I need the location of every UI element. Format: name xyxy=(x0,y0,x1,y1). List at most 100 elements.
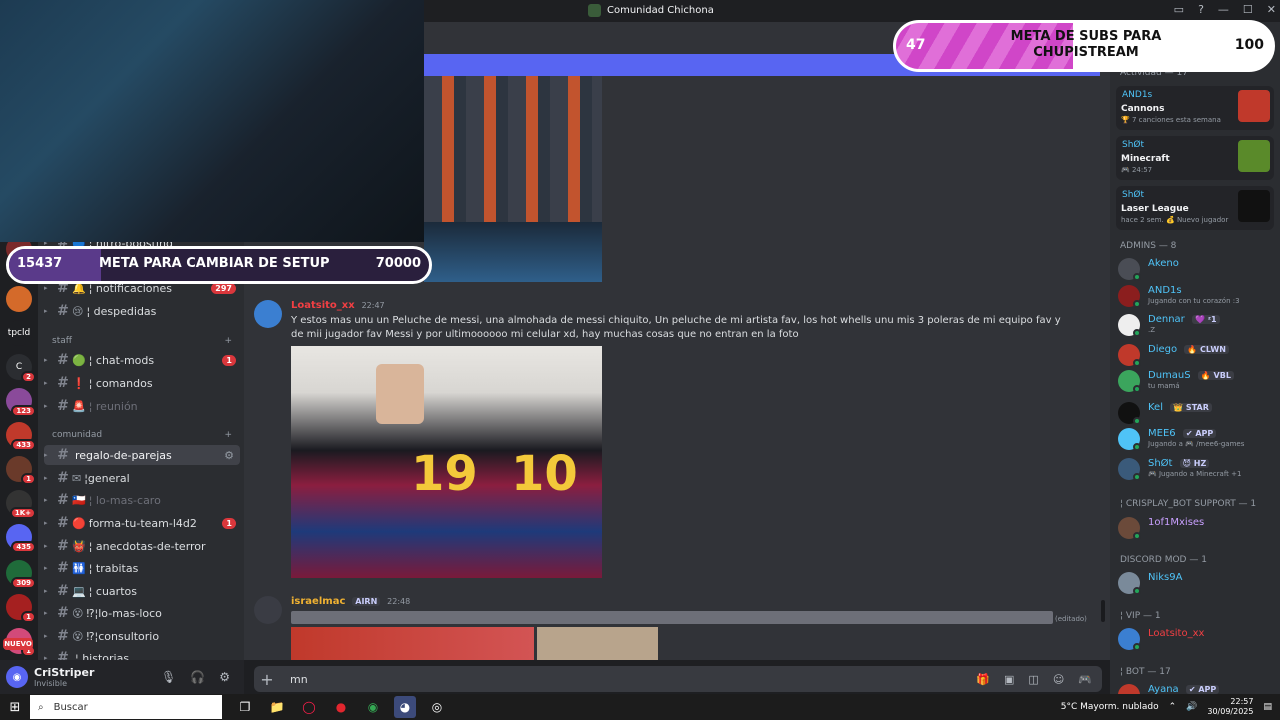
chat-scrollbar[interactable] xyxy=(1101,600,1105,622)
server-icon[interactable]: 433 xyxy=(6,422,36,451)
tray-chevron-icon[interactable]: ⌃ xyxy=(1169,702,1177,712)
message-time: 22:47 xyxy=(361,301,385,310)
category-staff[interactable]: staff + xyxy=(52,336,232,346)
avatar[interactable] xyxy=(254,596,282,624)
channel-item[interactable]: ▸ # 😵 ⁉¦lo-mas-loco xyxy=(44,603,240,623)
emoji-icon[interactable]: ☺ xyxy=(1053,673,1064,686)
inbox-icon[interactable]: ▭ xyxy=(1174,3,1184,16)
hash-icon: # xyxy=(57,398,69,414)
obs-icon[interactable]: ◎ xyxy=(426,696,448,718)
activity-card[interactable]: AND1s Cannons 🏆 7 canciones esta semana xyxy=(1116,86,1274,130)
channel-item[interactable]: ▸ # 💻 ¦ cuartos xyxy=(44,581,240,601)
task-view-icon[interactable]: ❐ xyxy=(234,696,256,718)
channel-item[interactable]: ▸ # 🇨🇱 ¦ lo-mas-caro xyxy=(44,490,240,510)
volume-icon[interactable]: 🔊 xyxy=(1186,702,1197,712)
discord-icon[interactable]: ◕ xyxy=(394,696,416,718)
server-icon[interactable]: 1 xyxy=(6,594,36,623)
server-icon[interactable]: 1K+ xyxy=(6,490,36,519)
notifications-icon[interactable]: ▤ xyxy=(1263,702,1272,712)
help-icon[interactable]: ? xyxy=(1198,3,1204,16)
member-item[interactable]: DumauS 🔥 VBL tu mamá xyxy=(1118,370,1274,394)
mention-badge: 1 xyxy=(21,611,36,623)
user-avatar[interactable]: ◉ xyxy=(6,666,28,688)
redacted-text-bar xyxy=(291,611,1053,624)
settings-icon[interactable]: ⚙ xyxy=(219,670,230,684)
user-panel: ◉ CriStriper Invisible 🎙 🎧 ⚙ xyxy=(0,660,244,694)
member-list: Actividad — 17 AND1s Cannons 🏆 7 canciones… xyxy=(1110,22,1280,707)
channel-item[interactable]: ▸ # 🔴 forma-tu-team-l4d2 1 xyxy=(44,513,240,533)
message-author[interactable]: Loatsito_xx xyxy=(291,300,355,311)
avatar[interactable] xyxy=(254,300,282,328)
activity-card[interactable]: ShØt Laser League hace 2 sem. 💰 Nuevo juga… xyxy=(1116,186,1274,230)
member-item[interactable]: AND1s Jugando con tu corazón :3 xyxy=(1118,285,1274,309)
mention-badge: 2 xyxy=(21,371,36,383)
gift-icon[interactable]: 🎁 xyxy=(976,673,990,686)
member-tag: 🔥 CLWN xyxy=(1184,345,1229,354)
member-item[interactable]: Akeno xyxy=(1118,258,1274,282)
server-icon[interactable]: tpcld xyxy=(6,320,32,346)
member-item[interactable]: Kel 👑 STAR xyxy=(1118,402,1274,426)
channel-settings-icon[interactable]: ⚙ xyxy=(224,449,234,462)
add-channel-icon[interactable]: + xyxy=(224,430,232,440)
messi-pillow xyxy=(376,364,424,424)
clock[interactable]: 22:57 30/09/2025 xyxy=(1207,697,1253,717)
username[interactable]: CriStriper xyxy=(34,666,161,679)
server-icon[interactable] xyxy=(6,286,32,312)
member-item[interactable]: ShØt 😈 HZ 🎮 Jugando a Minecraft +1 xyxy=(1118,458,1274,482)
message-image-messi[interactable]: 19 10 xyxy=(291,346,602,578)
status-indicator xyxy=(1133,473,1141,481)
server-icon[interactable]: 123 xyxy=(6,388,36,417)
taskbar-search[interactable]: ⌕ Buscar xyxy=(30,695,222,719)
message-composer[interactable]: + mn 🎁 ▣ ◫ ☺ 🎮 xyxy=(254,666,1102,692)
gif-icon[interactable]: ▣ xyxy=(1004,673,1014,686)
weather-widget[interactable]: 5°C Mayorm. nublado xyxy=(1061,702,1159,712)
server-icon[interactable]: 309 xyxy=(6,560,36,589)
channel-item[interactable]: ▸ # 🟢 ¦ chat-mods 1 xyxy=(44,350,240,370)
server-icon[interactable]: 435 xyxy=(6,524,36,553)
opera-icon[interactable]: ● xyxy=(330,696,352,718)
channel-item[interactable]: ▸ # ✉ ¦general xyxy=(44,468,240,488)
apps-icon[interactable]: 🎮 xyxy=(1078,673,1092,686)
chrome-icon[interactable]: ◉ xyxy=(362,696,384,718)
microphone-icon[interactable]: 🎙 xyxy=(161,670,176,684)
message-image-cars[interactable] xyxy=(424,76,602,282)
maximize-button[interactable]: ☐ xyxy=(1243,3,1253,16)
server-icon[interactable]: C2 xyxy=(6,354,36,383)
add-channel-icon[interactable]: + xyxy=(224,336,232,346)
close-button[interactable]: ✕ xyxy=(1267,3,1276,16)
channel-item[interactable]: ▸ # 👹 ¦ anecdotas-de-terror xyxy=(44,536,240,556)
channel-item[interactable]: ▸ # 😵 ⁉¦consultorio xyxy=(44,626,240,646)
activity-card[interactable]: ShØt Minecraft 🎮 24:57 xyxy=(1116,136,1274,180)
search-icon: ⌕ xyxy=(38,701,44,713)
channel-item[interactable]: ▸ # 😢 ¦ despedidas xyxy=(44,301,240,321)
message-input[interactable]: mn xyxy=(280,673,976,686)
message-author[interactable]: israelmac xyxy=(291,596,345,607)
hash-icon: # xyxy=(57,447,69,463)
opera-gx-icon[interactable]: ◯ xyxy=(298,696,320,718)
server-icon[interactable]: 1 xyxy=(6,456,36,485)
channel-item[interactable]: ▸ # 🚨 ¦ reunión xyxy=(44,396,240,416)
headphones-icon[interactable]: 🎧 xyxy=(190,670,205,684)
channel-item[interactable]: ▸ # regalo-de-parejas ⚙ xyxy=(44,445,240,465)
sticker-icon[interactable]: ◫ xyxy=(1028,673,1038,686)
member-item[interactable]: Diego 🔥 CLWN xyxy=(1118,344,1274,368)
channel-item[interactable]: ▸ # 🚻 ¦ trabitas xyxy=(44,558,240,578)
member-tag: 💜 ᶻ1 xyxy=(1191,315,1220,324)
channel-item[interactable]: ▸ # ❗ ¦ comandos xyxy=(44,373,240,393)
windows-start-icon[interactable]: ⊞ xyxy=(0,700,30,715)
member-item[interactable]: 1of1Mxises xyxy=(1118,517,1274,541)
server-icon[interactable]: NUEVO xyxy=(3,638,33,650)
minimize-button[interactable]: — xyxy=(1218,3,1229,16)
member-item[interactable]: Loatsito_xx xyxy=(1118,628,1274,652)
message-image[interactable] xyxy=(537,627,658,660)
mention-badge: 1 xyxy=(21,473,36,485)
member-item[interactable]: Niks9A xyxy=(1118,572,1274,596)
member-item[interactable]: MEE6 ✔ APP Jugando a 🎮 /mee6-games xyxy=(1118,428,1274,452)
member-item[interactable]: Dennar 💜 ᶻ1 .Z xyxy=(1118,314,1274,338)
category-comunidad[interactable]: comunidad + xyxy=(52,430,232,440)
channel-emoji: 💻 xyxy=(72,584,86,598)
file-explorer-icon[interactable]: 📁 xyxy=(266,696,288,718)
hash-icon: # xyxy=(57,492,69,508)
message-image[interactable] xyxy=(291,627,534,660)
add-attachment-icon[interactable]: + xyxy=(254,670,280,689)
